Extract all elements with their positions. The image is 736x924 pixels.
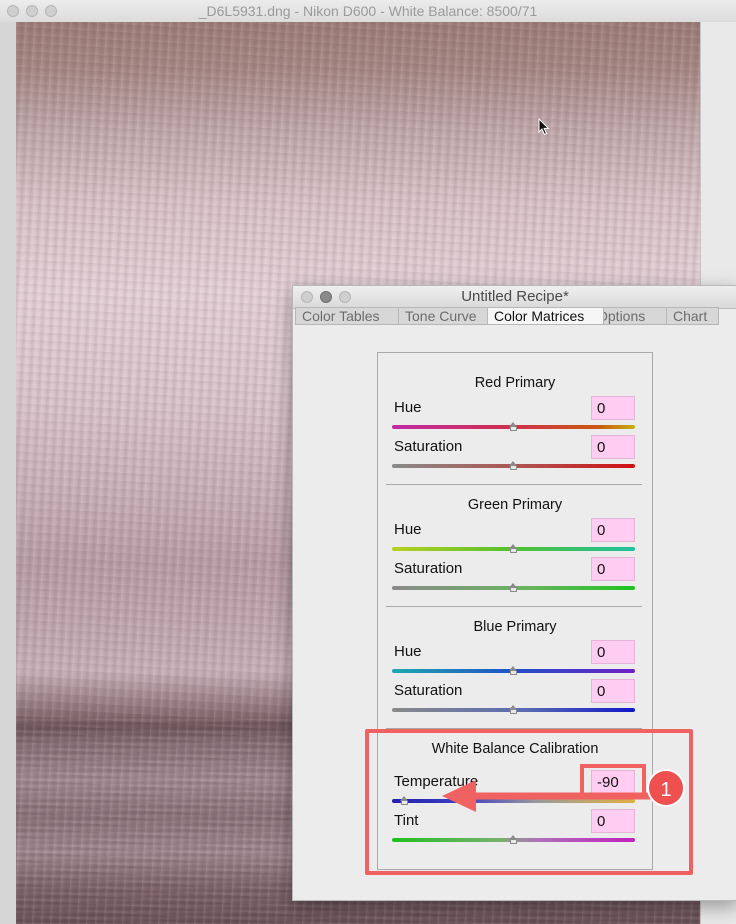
green-hue-field[interactable]: 0 (591, 518, 635, 542)
tab-chart[interactable]: Chart (666, 307, 719, 325)
blue-primary-title: Blue Primary (473, 619, 557, 635)
red-saturation-thumb[interactable] (509, 461, 518, 470)
tab-options[interactable]: Options (600, 307, 668, 325)
tab-color-matrices[interactable]: Color Matrices (487, 307, 604, 325)
red-hue-thumb[interactable] (509, 422, 518, 431)
blue-saturation-label: Saturation (394, 682, 463, 699)
section-divider (386, 606, 642, 607)
annotation-badge: 1 (647, 769, 685, 807)
mouse-pointer-icon (538, 118, 550, 136)
green-hue-label: Hue (394, 521, 422, 538)
recipe-titlebar[interactable]: Untitled Recipe* (293, 286, 736, 309)
blue-hue-thumb[interactable] (509, 666, 518, 675)
red-hue-field[interactable]: 0 (591, 396, 635, 420)
recipe-tab-bar: Color Tables Tone Curve Color Matrices O… (295, 307, 735, 325)
blue-hue-field[interactable]: 0 (591, 640, 635, 664)
tab-tone-curve[interactable]: Tone Curve (398, 307, 491, 325)
recipe-title: Untitled Recipe* (461, 288, 569, 305)
green-saturation-label: Saturation (394, 560, 463, 577)
red-saturation-label: Saturation (394, 438, 463, 455)
annotation-arrow-icon (442, 780, 654, 812)
green-hue-thumb[interactable] (509, 544, 518, 553)
green-saturation-thumb[interactable] (509, 583, 518, 592)
green-saturation-field[interactable]: 0 (591, 557, 635, 581)
main-window-title: _D6L5931.dng - Nikon D600 - White Balanc… (198, 3, 538, 19)
red-hue-label: Hue (394, 399, 422, 416)
section-divider (386, 484, 642, 485)
green-primary-title: Green Primary (467, 497, 563, 513)
red-saturation-field[interactable]: 0 (591, 435, 635, 459)
main-window-titlebar: _D6L5931.dng - Nikon D600 - White Balanc… (0, 0, 736, 23)
blue-saturation-field[interactable]: 0 (591, 679, 635, 703)
tab-color-tables[interactable]: Color Tables (295, 307, 401, 325)
red-primary-title: Red Primary (474, 375, 556, 391)
blue-saturation-thumb[interactable] (509, 705, 518, 714)
blue-hue-label: Hue (394, 643, 422, 660)
